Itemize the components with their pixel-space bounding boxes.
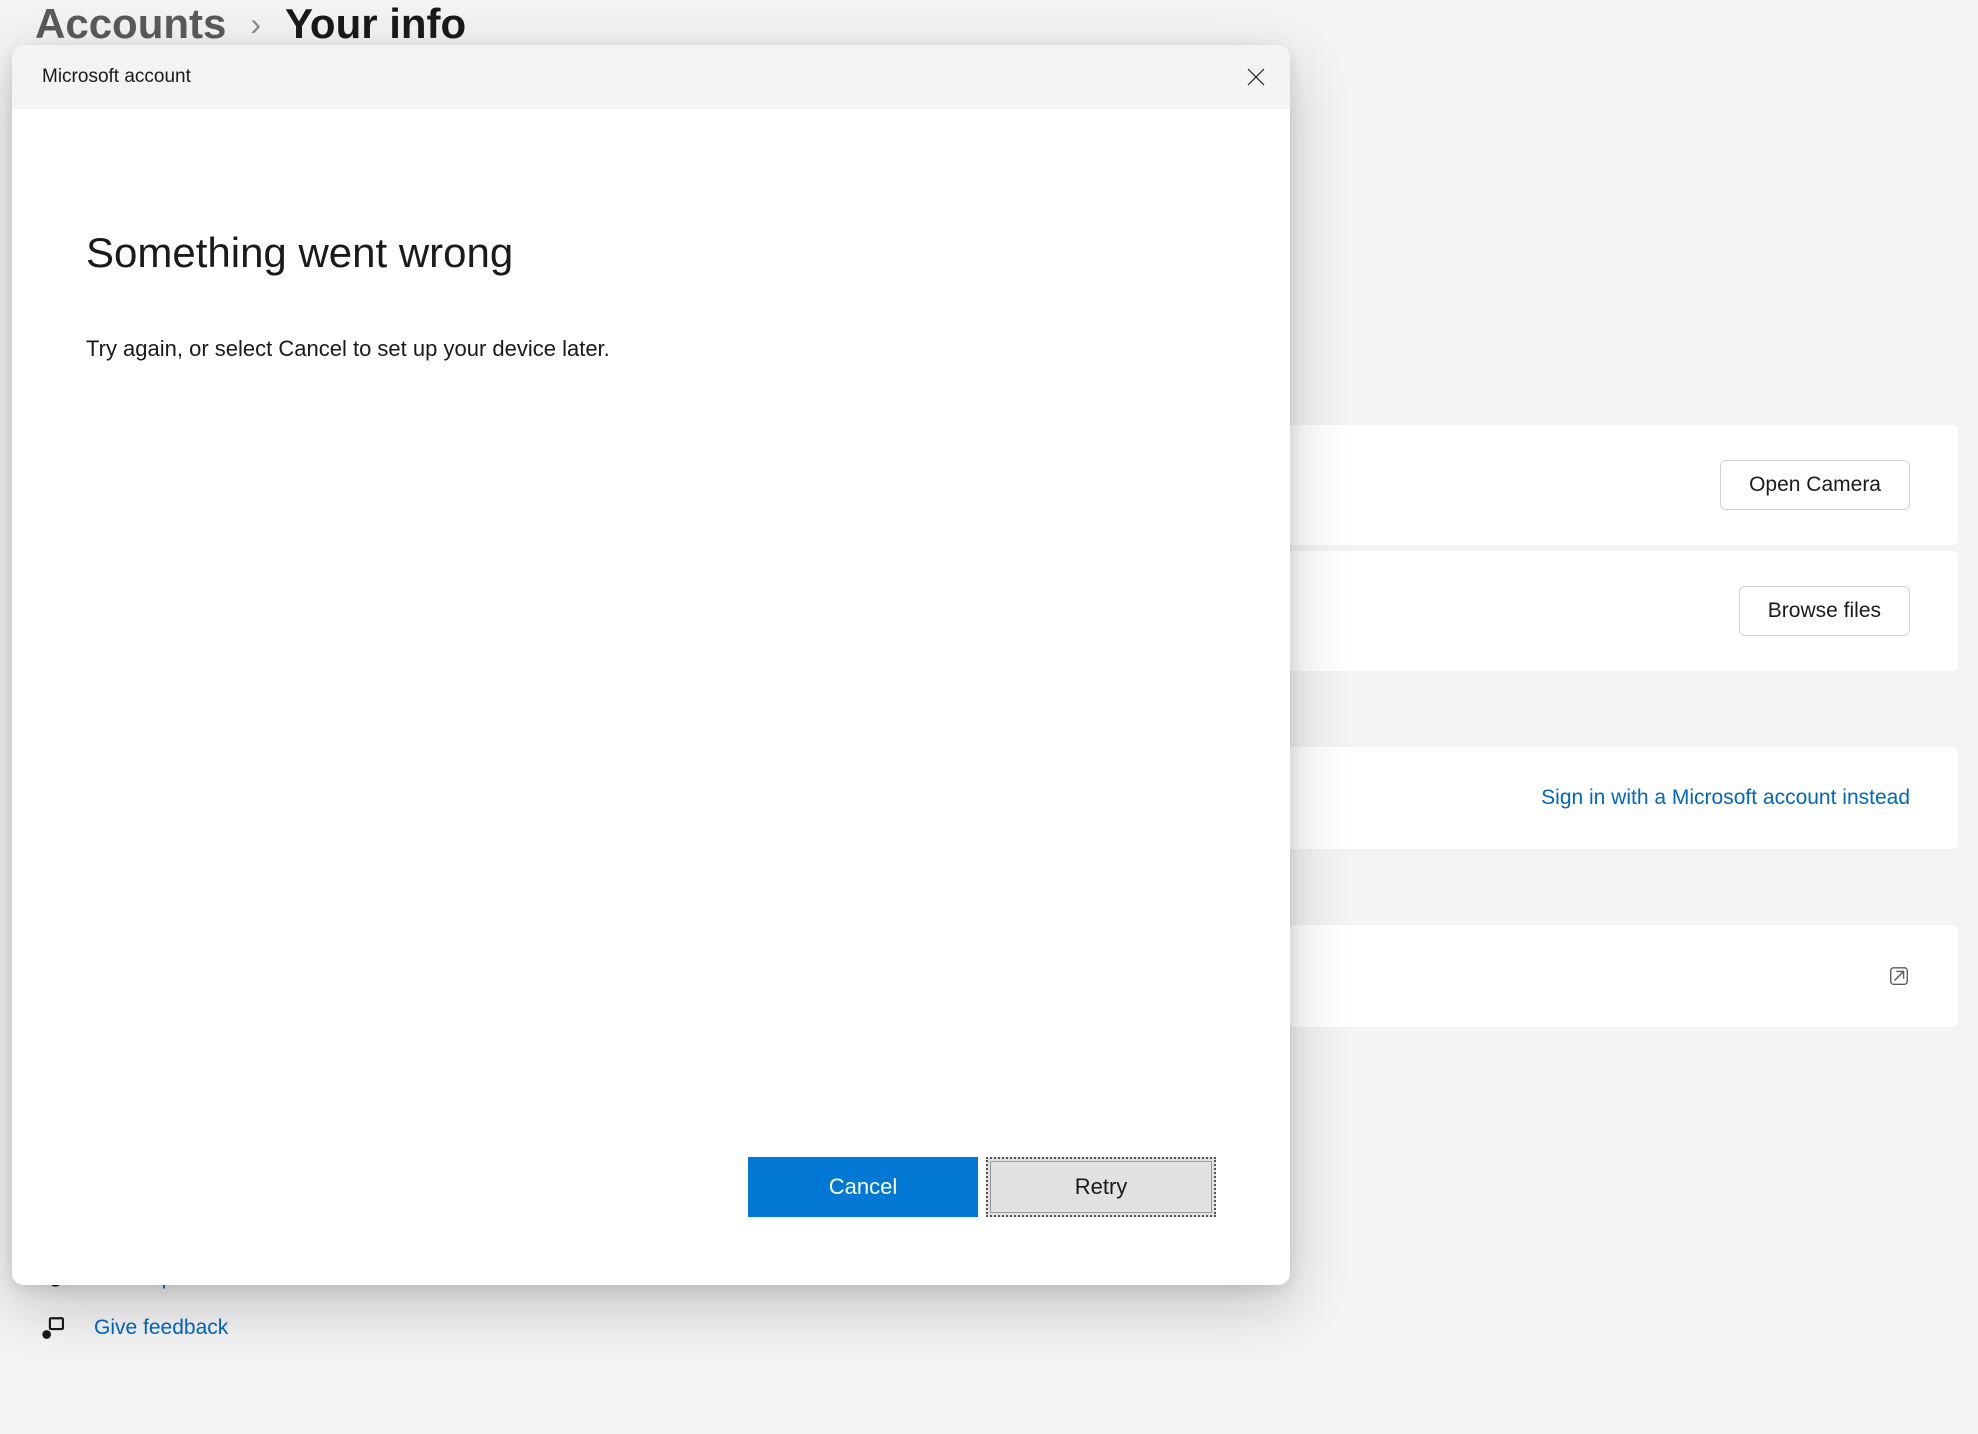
breadcrumb: Accounts › Your info — [35, 0, 466, 48]
dialog-body: Something went wrong Try again, or selec… — [12, 109, 1290, 1285]
retry-button[interactable]: Retry — [986, 1157, 1216, 1217]
signin-microsoft-link[interactable]: Sign in with a Microsoft account instead — [1541, 786, 1910, 810]
dialog-heading: Something went wrong — [86, 229, 1216, 277]
cancel-button[interactable]: Cancel — [748, 1157, 978, 1217]
feedback-icon — [38, 1315, 64, 1341]
dialog-close-button[interactable] — [1222, 45, 1290, 109]
breadcrumb-parent[interactable]: Accounts — [35, 0, 226, 48]
give-feedback-link[interactable]: Give feedback — [38, 1315, 228, 1341]
dialog-message: Try again, or select Cancel to set up yo… — [86, 332, 1216, 365]
give-feedback-label: Give feedback — [94, 1316, 228, 1340]
microsoft-account-dialog: Microsoft account Something went wrong T… — [12, 45, 1290, 1285]
open-camera-button[interactable]: Open Camera — [1720, 460, 1910, 510]
chevron-right-icon: › — [250, 6, 261, 43]
external-link-icon — [1888, 965, 1910, 987]
browse-files-button[interactable]: Browse files — [1739, 586, 1910, 636]
close-icon — [1247, 68, 1265, 86]
breadcrumb-current: Your info — [285, 0, 466, 48]
dialog-titlebar: Microsoft account — [12, 45, 1290, 109]
dialog-title: Microsoft account — [42, 66, 191, 88]
dialog-button-row: Cancel Retry — [86, 1157, 1216, 1225]
